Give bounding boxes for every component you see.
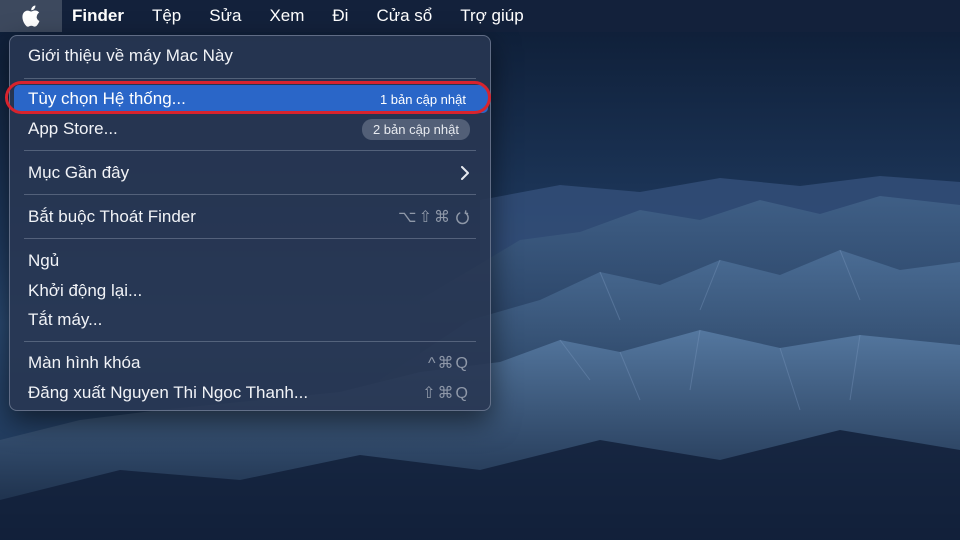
- menubar-finder[interactable]: Finder: [62, 0, 138, 32]
- menubar-file[interactable]: Tệp: [138, 0, 195, 32]
- update-badge: 2 bản cập nhật: [361, 118, 470, 140]
- keyboard-shortcut: ⇧⌘Q: [422, 385, 470, 402]
- menu-item-shut-down[interactable]: Tắt máy...: [14, 306, 488, 334]
- menu-item-sleep[interactable]: Ngủ: [14, 247, 488, 275]
- update-badge: 1 bản cập nhật: [379, 91, 466, 107]
- menu-item-about-this-mac[interactable]: Giới thiệu về máy Mac Này: [14, 42, 488, 70]
- shortcut-keys: ⌥⇧⌘: [398, 209, 452, 226]
- menu-item-label: Màn hình khóa: [28, 353, 141, 372]
- apple-menu-dropdown: Giới thiệu về máy Mac Này Tùy chọn Hệ th…: [9, 35, 491, 411]
- menubar-go[interactable]: Đi: [318, 0, 362, 32]
- menu-separator: [24, 238, 476, 239]
- menubar-help[interactable]: Trợ giúp: [446, 0, 537, 32]
- menu-item-label: Tùy chọn Hệ thống...: [28, 89, 186, 108]
- keyboard-shortcut: ⌥⇧⌘: [398, 207, 470, 227]
- menu-item-label: Khởi động lại...: [28, 281, 143, 300]
- menu-separator: [24, 150, 476, 151]
- menu-item-app-store[interactable]: App Store... 2 bản cập nhật: [14, 115, 488, 143]
- menu-bar: Finder Tệp Sửa Xem Đi Cửa sổ Trợ giúp: [0, 0, 960, 32]
- power-icon: [456, 209, 469, 224]
- apple-menu-button[interactable]: [0, 0, 62, 32]
- menu-item-log-out[interactable]: Đăng xuất Nguyen Thi Ngoc Thanh... ⇧⌘Q: [14, 379, 488, 407]
- menu-separator: [24, 78, 476, 79]
- menu-separator: [24, 194, 476, 195]
- menubar-view[interactable]: Xem: [255, 0, 318, 32]
- menu-item-recent-items[interactable]: Mục Gần đây: [14, 159, 488, 187]
- menu-item-label: Mục Gần đây: [28, 163, 130, 182]
- menu-item-label: Giới thiệu về máy Mac Này: [28, 46, 233, 65]
- apple-logo-icon: [22, 5, 40, 27]
- chevron-right-icon: [461, 166, 469, 180]
- menubar-window[interactable]: Cửa sổ: [362, 0, 446, 32]
- menu-item-system-preferences[interactable]: Tùy chọn Hệ thống... 1 bản cập nhật: [14, 85, 488, 113]
- menu-item-restart[interactable]: Khởi động lại...: [14, 277, 488, 305]
- menu-item-label: Đăng xuất Nguyen Thi Ngoc Thanh...: [28, 383, 309, 402]
- menu-item-label: Ngủ: [28, 251, 60, 270]
- menubar-edit[interactable]: Sửa: [195, 0, 255, 32]
- menu-item-label: Bắt buộc Thoát Finder: [28, 207, 196, 226]
- menu-item-label: Tắt máy...: [28, 310, 103, 329]
- menu-item-lock-screen[interactable]: Màn hình khóa ^⌘Q: [14, 349, 488, 377]
- menu-item-force-quit[interactable]: Bắt buộc Thoát Finder ⌥⇧⌘: [14, 203, 488, 231]
- keyboard-shortcut: ^⌘Q: [428, 355, 470, 372]
- menu-separator: [24, 341, 476, 342]
- menu-item-label: App Store...: [28, 119, 118, 138]
